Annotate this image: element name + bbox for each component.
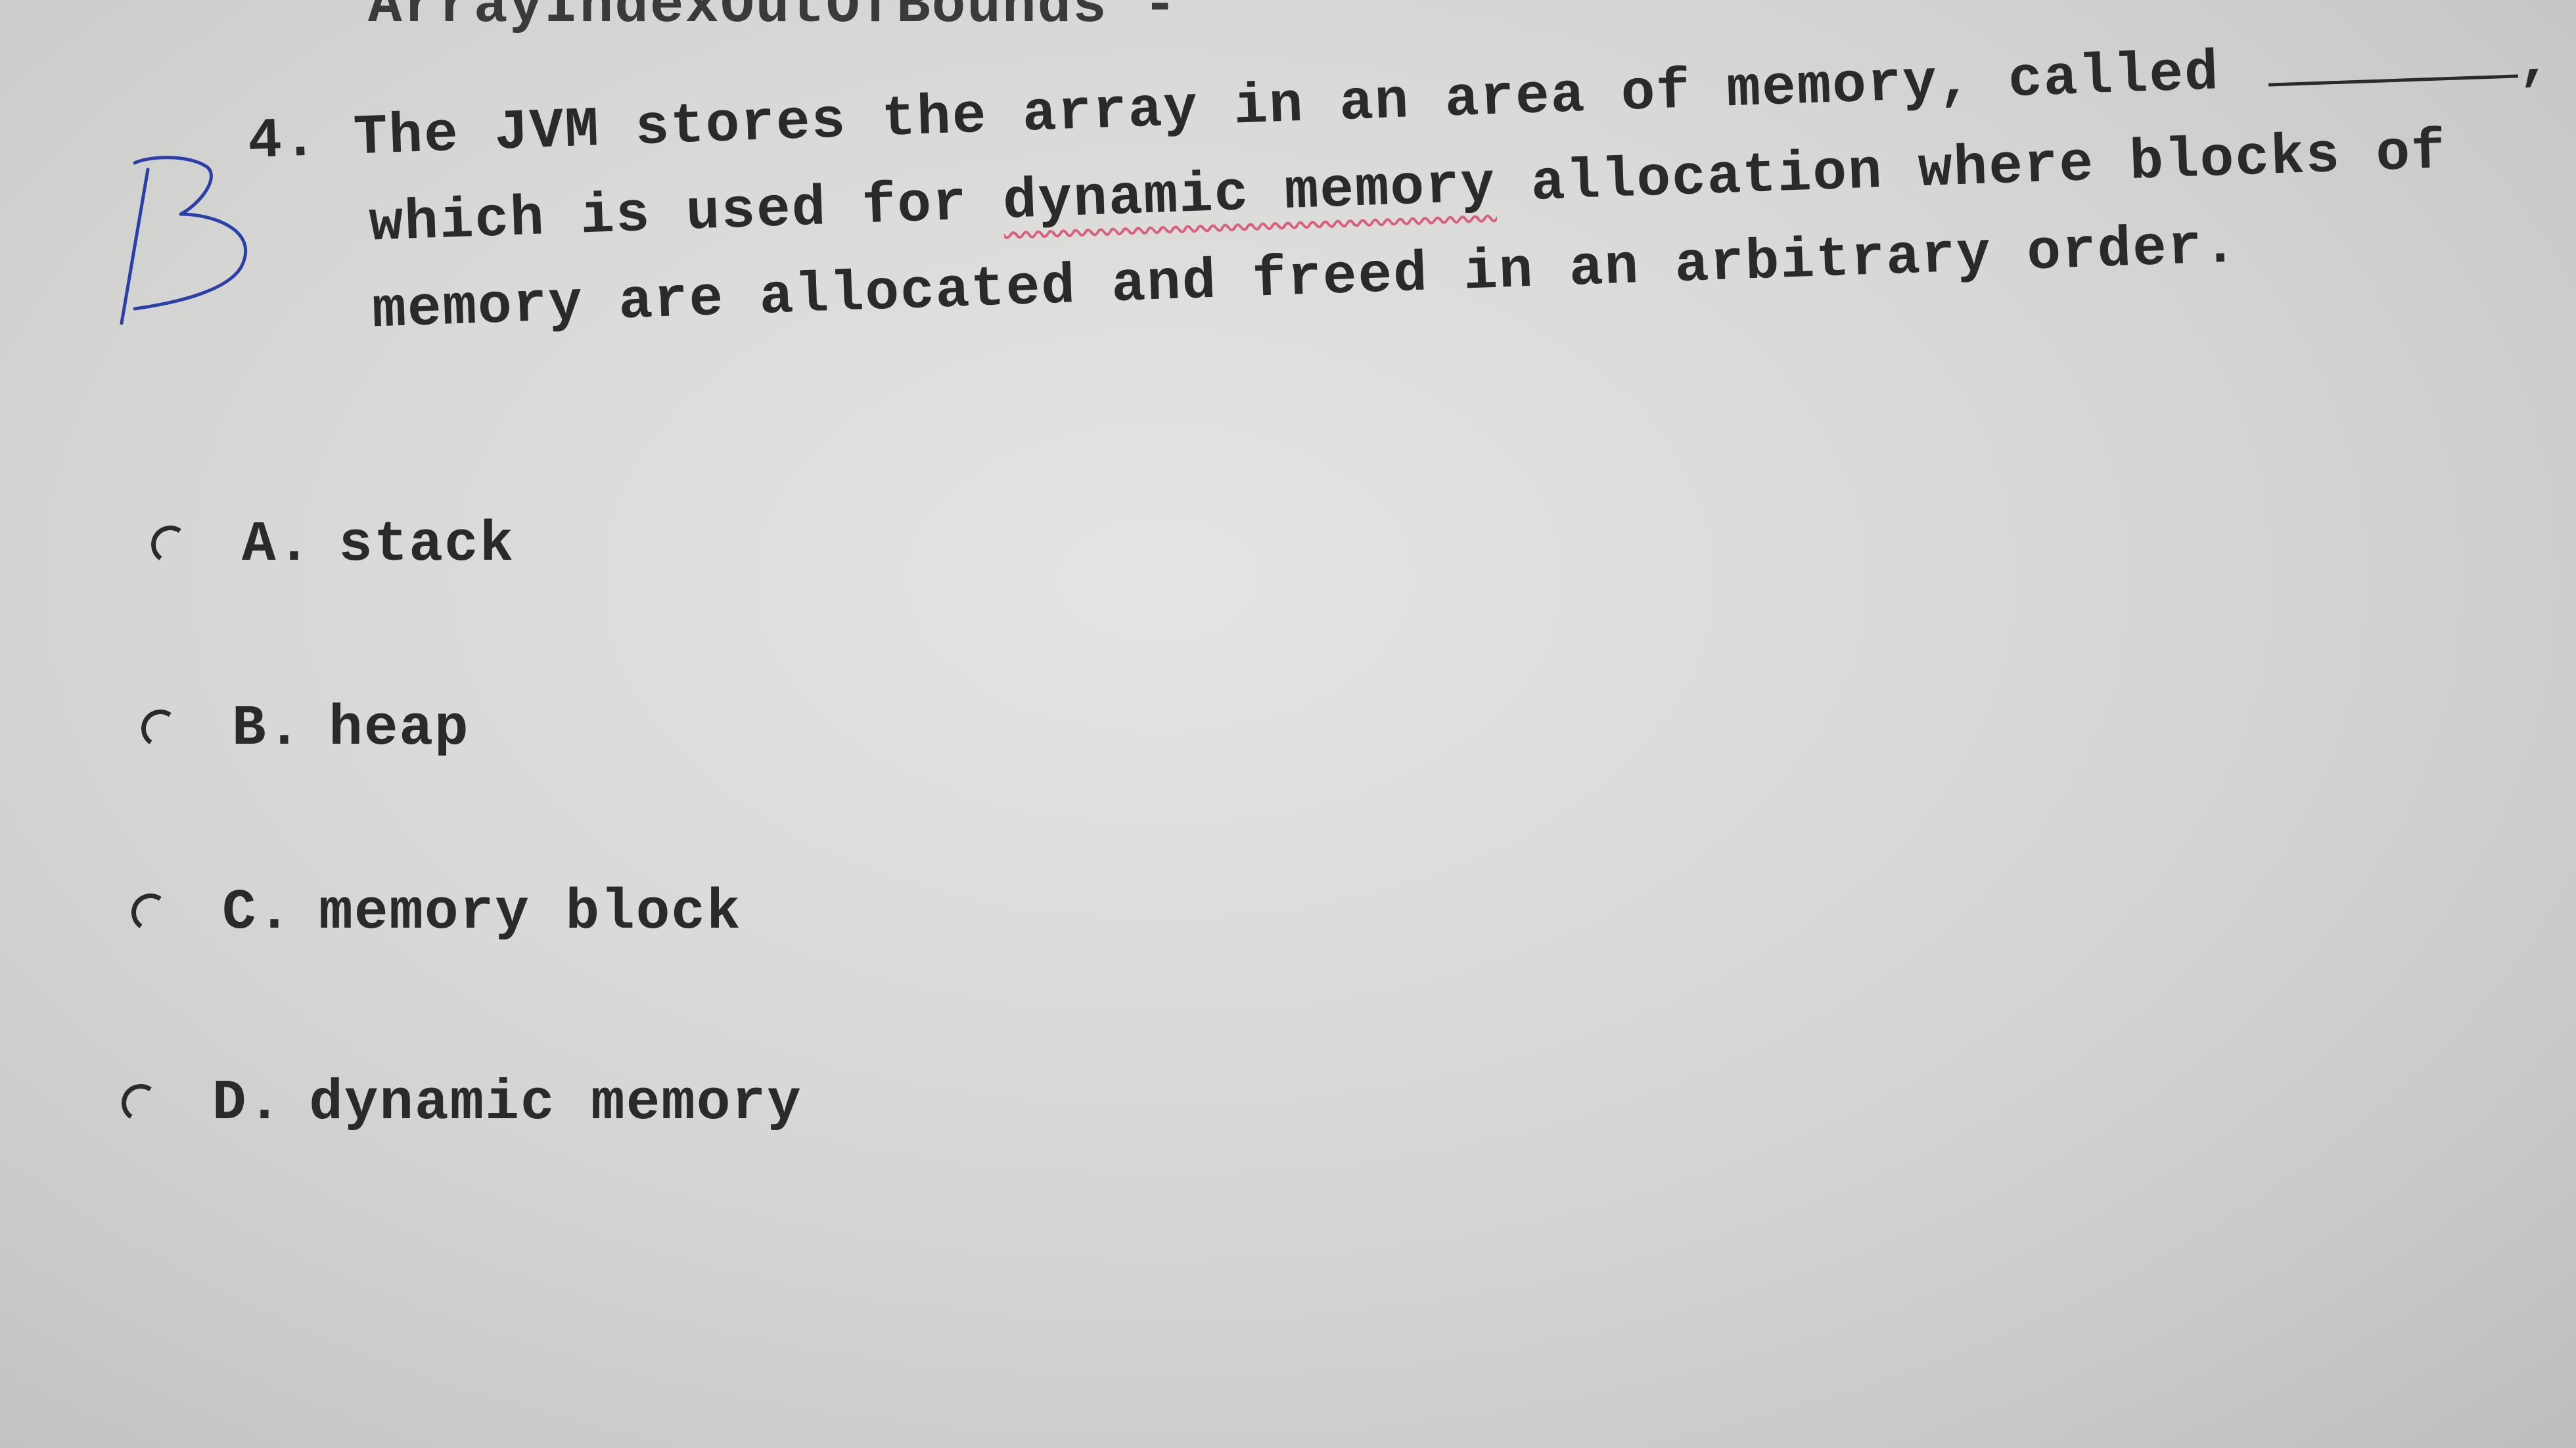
previous-question-fragment: ArrayIndexOutOfBounds - bbox=[368, 0, 1178, 38]
option-a-letter: A. bbox=[242, 512, 313, 577]
option-b-text: heap bbox=[329, 696, 470, 761]
option-c-letter: C. bbox=[222, 880, 293, 945]
option-c-radio[interactable] bbox=[128, 890, 173, 935]
option-b-radio[interactable] bbox=[138, 706, 183, 751]
option-a[interactable]: A. stack bbox=[148, 512, 515, 577]
option-d-radio[interactable] bbox=[118, 1081, 163, 1125]
option-d-text: dynamic memory bbox=[309, 1071, 802, 1135]
option-b-letter: B. bbox=[232, 696, 303, 761]
handwritten-b-mark bbox=[120, 156, 248, 325]
question-block: 4. The JVM stores the array in an area o… bbox=[246, 20, 2554, 359]
option-d-letter: D. bbox=[212, 1071, 283, 1135]
option-c-text: memory block bbox=[319, 880, 742, 945]
answer-blank bbox=[2268, 61, 2518, 87]
paper-sheet: ArrayIndexOutOfBounds - 4. The JVM store… bbox=[0, 0, 2576, 1448]
option-d[interactable]: D. dynamic memory bbox=[118, 1071, 802, 1135]
option-b[interactable]: B. heap bbox=[138, 696, 470, 761]
question-number: 4. bbox=[246, 107, 320, 174]
question-text-line-2-pre: which is used for bbox=[368, 170, 1004, 257]
option-a-radio[interactable] bbox=[148, 522, 193, 567]
option-a-text: stack bbox=[338, 512, 515, 577]
option-c[interactable]: C. memory block bbox=[128, 880, 742, 945]
marked-phrase: dynamic memory bbox=[1001, 152, 1497, 235]
blank-comma: , bbox=[2516, 29, 2554, 95]
